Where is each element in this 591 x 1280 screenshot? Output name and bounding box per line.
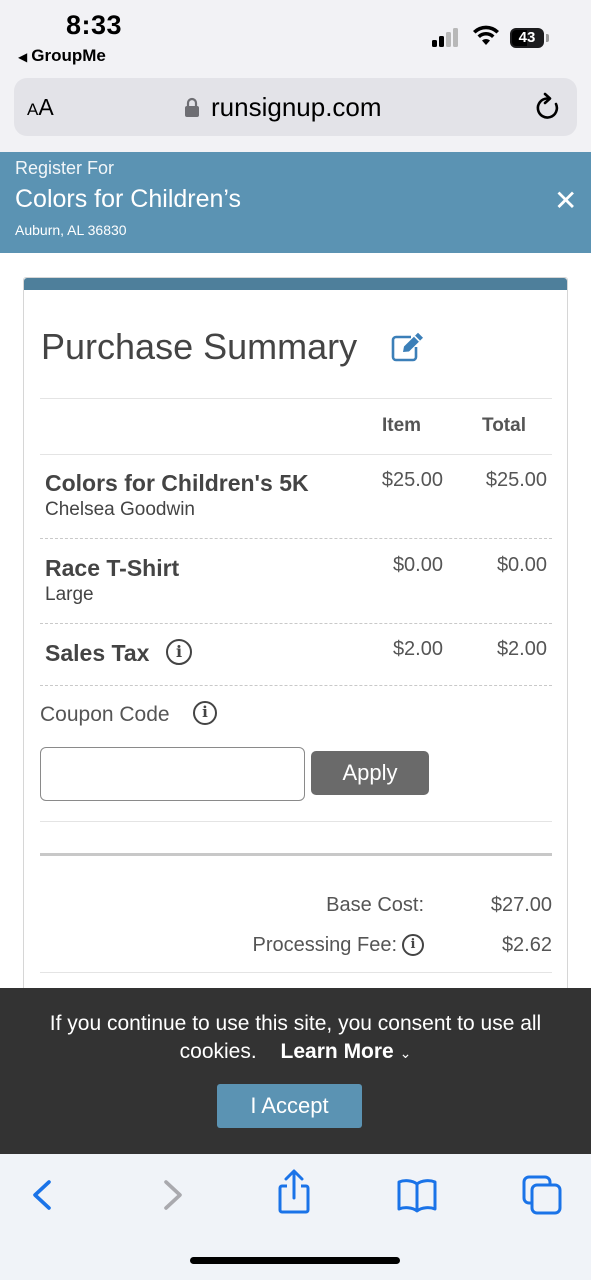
line-item-total: $0.00 [496, 554, 547, 576]
battery-icon: 43 [510, 28, 544, 48]
address-bar[interactable]: AA runsignup.com [14, 78, 577, 136]
line-item-total: $25.00 [485, 469, 547, 491]
home-indicator [190, 1257, 400, 1264]
chevron-down-icon: ⌄ [399, 1045, 412, 1061]
line-item-price: $25.00 [381, 469, 443, 491]
status-bar: 8:33 ◀ GroupMe 43 [0, 0, 591, 70]
line-item-name: Sales Tax [45, 640, 150, 666]
edit-icon[interactable] [391, 332, 425, 362]
tabs-icon[interactable] [521, 1174, 563, 1216]
register-label: Register For [15, 158, 115, 178]
battery-level: 43 [518, 29, 536, 46]
line-item-name: Colors for Children's 5K [45, 470, 309, 496]
close-icon[interactable]: ✕ [554, 184, 577, 217]
line-item-size: Large [45, 584, 94, 605]
column-header-item: Item [382, 415, 422, 436]
coupon-code-input[interactable] [40, 747, 305, 801]
cellular-signal-icon [432, 27, 464, 47]
line-item-price: $0.00 [392, 554, 443, 576]
card-accent-bar [24, 278, 567, 290]
cookie-consent-banner: If you continue to use this site, you co… [0, 988, 591, 1154]
line-item-participant: Chelsea Goodwin [45, 499, 195, 520]
event-title: Colors for Children’s [15, 185, 242, 213]
purchase-summary-card: Purchase Summary Item Total Colors for C… [23, 277, 568, 1017]
url-text: runsignup.com [211, 92, 382, 122]
line-item-name: Race T-Shirt [45, 555, 180, 581]
reload-icon[interactable] [534, 92, 562, 122]
back-to-app-link[interactable]: ◀ GroupMe [18, 46, 106, 66]
line-item-price: $2.00 [392, 638, 443, 660]
coupon-info-icon[interactable]: i [193, 701, 217, 725]
sales-tax-info-icon[interactable]: i [166, 639, 192, 665]
clock: 8:33 [66, 10, 123, 40]
share-icon[interactable] [273, 1168, 315, 1216]
processing-fee-info-icon[interactable]: i [402, 934, 424, 956]
register-header: Register For Colors for Children’s Aubur… [0, 152, 591, 253]
back-app-label: GroupMe [31, 46, 106, 65]
base-cost-label: Base Cost: [326, 894, 424, 916]
processing-fee-label: Processing Fee: [252, 934, 397, 956]
event-location: Auburn, AL 36830 [15, 222, 127, 238]
forward-icon[interactable] [151, 1174, 193, 1216]
processing-fee-value: $2.62 [501, 934, 552, 956]
reader-settings-button[interactable]: AA [27, 94, 54, 121]
back-triangle-icon: ◀ [18, 50, 28, 64]
browser-chrome: AA runsignup.com [0, 70, 591, 152]
page-title: Purchase Summary [41, 326, 358, 367]
coupon-code-label: Coupon Code [40, 703, 170, 726]
accept-cookies-button[interactable]: I Accept [217, 1084, 362, 1128]
wifi-icon [473, 25, 499, 45]
line-item-total: $2.00 [496, 638, 547, 660]
column-header-total: Total [482, 415, 526, 436]
browser-toolbar [0, 1154, 591, 1280]
back-icon[interactable] [22, 1174, 64, 1216]
apply-coupon-button[interactable]: Apply [311, 751, 429, 795]
bookmarks-icon[interactable] [396, 1174, 438, 1216]
base-cost-value: $27.00 [490, 894, 552, 916]
learn-more-link[interactable]: Learn More ⌄ [281, 1040, 412, 1063]
lock-icon [185, 97, 199, 117]
